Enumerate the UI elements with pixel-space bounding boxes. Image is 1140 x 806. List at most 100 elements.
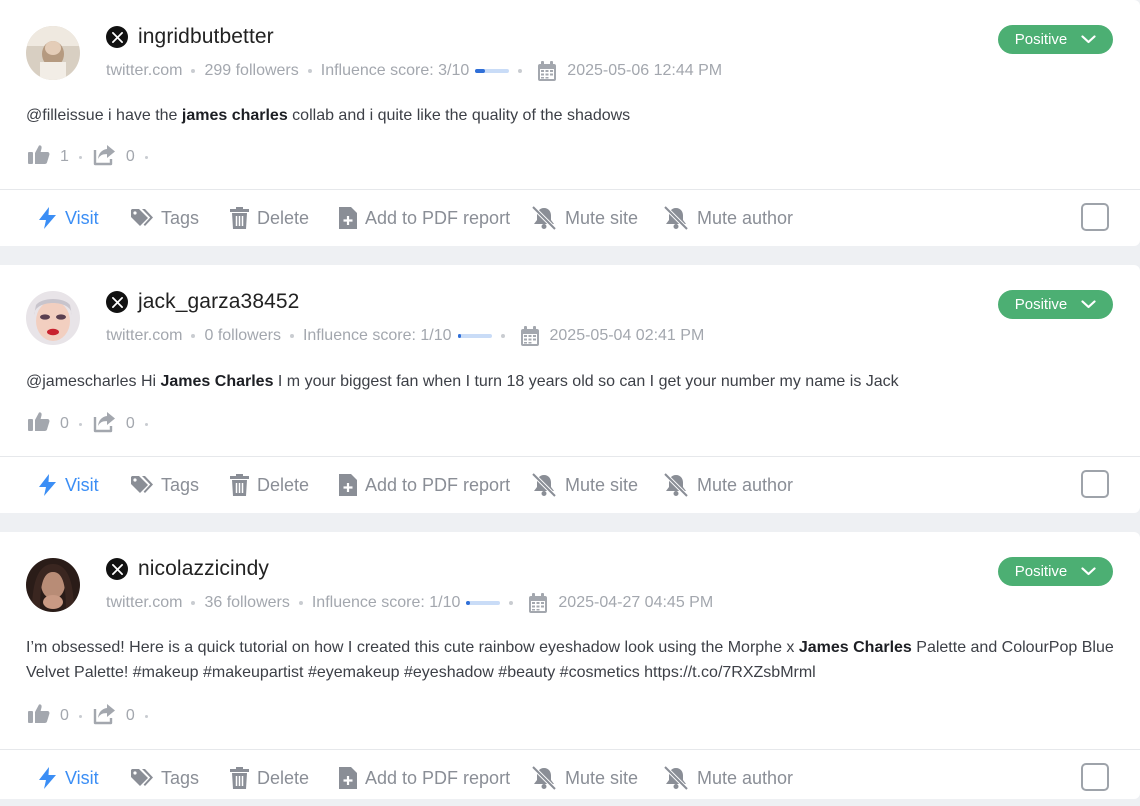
author-name[interactable]: ingridbutbetter [138, 25, 274, 49]
separator-dot [307, 69, 312, 73]
separator-dot [191, 69, 196, 73]
mute-site-label: Mute site [565, 474, 639, 495]
likes-count: 0 [60, 415, 69, 432]
likes-count: 1 [60, 148, 69, 165]
delete-button[interactable]: Delete [230, 750, 309, 806]
avatar[interactable] [26, 291, 80, 345]
mention-text: I’m obsessed! Here is a quick tutorial o… [26, 635, 1116, 685]
mute-author-button[interactable]: Mute author [663, 190, 793, 246]
keyword-highlight: James Charles [160, 373, 274, 390]
trash-icon [230, 207, 249, 229]
visit-button[interactable]: Visit [38, 750, 99, 806]
author-name[interactable]: jack_garza38452 [138, 290, 299, 314]
share-icon [92, 144, 116, 171]
separator-dot [78, 155, 82, 159]
mute-author-label: Mute author [697, 767, 794, 788]
tags-button[interactable]: Tags [130, 457, 199, 513]
visit-button[interactable]: Visit [38, 457, 99, 513]
meta-row: twitter.com 299 followers Influence scor… [106, 60, 722, 82]
site-link[interactable]: twitter.com [106, 327, 182, 345]
bell-off-icon [663, 206, 689, 230]
lightning-icon [38, 207, 57, 229]
visit-button[interactable]: Visit [38, 190, 99, 246]
mute-author-label: Mute author [697, 474, 794, 495]
add-to-pdf-button[interactable]: Add to PDF report [339, 190, 510, 246]
bell-off-icon [663, 766, 689, 790]
mute-site-button[interactable]: Mute site [531, 190, 638, 246]
separator-dot [144, 155, 148, 159]
followers-count: 0 followers [204, 327, 281, 344]
meta-row: twitter.com 0 followers Influence score:… [106, 325, 704, 347]
separator-dot [78, 422, 82, 426]
sentiment-dropdown[interactable]: Positive [998, 25, 1113, 54]
add-to-pdf-label: Add to PDF report [365, 207, 511, 228]
separator-dot [500, 334, 505, 338]
select-checkbox[interactable] [1081, 763, 1109, 791]
author-name[interactable]: nicolazzicindy [138, 557, 269, 581]
shares-count: 0 [125, 148, 135, 165]
visit-label: Visit [65, 207, 99, 228]
add-to-pdf-button[interactable]: Add to PDF report [339, 750, 510, 806]
tags-button[interactable]: Tags [130, 750, 199, 806]
mention-card: jack_garza38452 twitter.com 0 followers … [0, 265, 1140, 513]
mention-text: @filleissue i have the james charles col… [26, 103, 1116, 128]
mute-author-label: Mute author [697, 207, 794, 228]
sentiment-dropdown[interactable]: Positive [998, 290, 1113, 319]
sentiment-label: Positive [1014, 296, 1068, 313]
author-row: jack_garza38452 [106, 289, 299, 315]
mute-site-button[interactable]: Mute site [531, 457, 638, 513]
mention-card: ingridbutbetter twitter.com 299 follower… [0, 0, 1140, 246]
mention-date: 2025-05-04 02:41 PM [549, 327, 705, 344]
influence-score-bar [466, 601, 501, 605]
chevron-down-icon [1081, 300, 1096, 309]
sentiment-dropdown[interactable]: Positive [998, 557, 1113, 586]
delete-button[interactable]: Delete [230, 190, 309, 246]
select-checkbox[interactable] [1081, 470, 1109, 498]
tag-icon [130, 208, 153, 228]
mention-card: nicolazzicindy twitter.com 36 followers … [0, 532, 1140, 799]
author-row: ingridbutbetter [106, 24, 274, 50]
add-to-pdf-label: Add to PDF report [365, 767, 511, 788]
engagement-row: 0 0 [28, 703, 158, 729]
add-to-pdf-button[interactable]: Add to PDF report [339, 457, 510, 513]
mention-text-part: collab and i quite like the quality of t… [287, 107, 631, 124]
keyword-highlight: james charles [181, 107, 288, 124]
share-icon [92, 411, 116, 438]
file-plus-icon [339, 767, 357, 789]
action-bar: Visit Tags Delete Add to PDF report Mute… [0, 189, 1140, 246]
separator-dot [144, 422, 148, 426]
tag-icon [130, 768, 153, 788]
mute-author-button[interactable]: Mute author [663, 750, 793, 806]
mention-header: jack_garza38452 twitter.com 0 followers … [0, 265, 1140, 455]
tags-label: Tags [161, 207, 200, 228]
separator-dot [78, 714, 82, 718]
author-row: nicolazzicindy [106, 556, 269, 582]
file-plus-icon [339, 474, 357, 496]
tags-button[interactable]: Tags [130, 190, 199, 246]
avatar[interactable] [26, 558, 80, 612]
influence-score-fill [457, 334, 461, 338]
chevron-down-icon [1081, 35, 1096, 44]
thumbs-up-icon [28, 703, 50, 729]
lightning-icon [38, 767, 57, 789]
keyword-highlight: James Charles [798, 639, 912, 656]
delete-button[interactable]: Delete [230, 457, 309, 513]
site-link[interactable]: twitter.com [106, 62, 182, 80]
mention-date: 2025-04-27 04:45 PM [558, 594, 714, 611]
delete-label: Delete [257, 767, 310, 788]
site-link[interactable]: twitter.com [106, 594, 182, 612]
engagement-row: 0 0 [28, 411, 158, 438]
meta-row: twitter.com 36 followers Influence score… [106, 592, 713, 614]
tag-icon [130, 475, 153, 495]
followers-count: 299 followers [204, 62, 299, 79]
calendar-icon [537, 60, 557, 82]
tags-label: Tags [161, 474, 200, 495]
mute-author-button[interactable]: Mute author [663, 457, 793, 513]
mute-site-button[interactable]: Mute site [531, 750, 638, 806]
bell-off-icon [531, 766, 557, 790]
influence-score-bar [457, 334, 492, 338]
influence-score: Influence score: 3/10 [320, 62, 470, 79]
sentiment-label: Positive [1014, 31, 1068, 48]
avatar[interactable] [26, 26, 80, 80]
select-checkbox[interactable] [1081, 203, 1109, 231]
